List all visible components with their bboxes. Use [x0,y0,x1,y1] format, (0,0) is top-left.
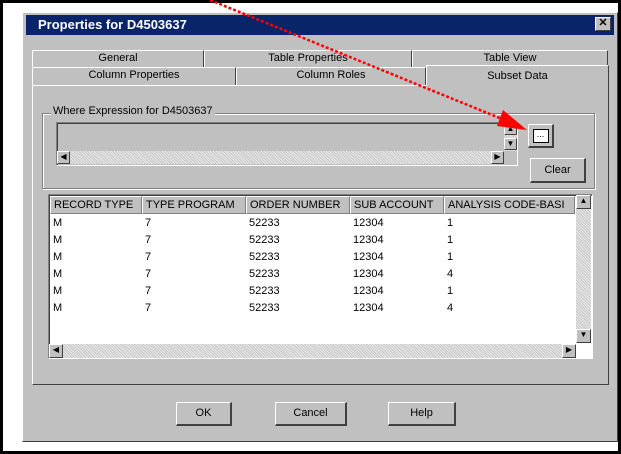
table-viewport: RECORD TYPE TYPE PROGRAM ORDER NUMBER SU… [50,196,575,344]
where-hscroll-track[interactable] [57,151,504,164]
ellipsis-icon: ... [532,129,549,143]
table-cell[interactable]: 52233 [246,284,280,299]
table-cell[interactable]: M [50,267,62,282]
table-cell[interactable]: 1 [444,250,453,265]
tab-subset-data[interactable]: Subset Data [426,65,609,86]
table-cell[interactable]: 4 [444,267,453,282]
table-cell[interactable]: 52233 [246,250,280,265]
arrow-up-icon: ▲ [579,196,588,205]
expression-builder-button[interactable]: ... [528,124,554,148]
cancel-button[interactable]: Cancel [275,402,347,426]
table-scroll-up-button[interactable]: ▲ [576,195,591,209]
column-header[interactable]: SUB ACCOUNT [350,196,444,214]
help-button[interactable]: Help [388,402,456,426]
tab-label: General [98,52,138,64]
table-row[interactable]: M 7 52233 12304 4 [50,267,575,284]
table-cell[interactable]: 52233 [246,216,280,231]
where-label: Where Expression for D4503637 [51,104,215,118]
table-cell[interactable]: 7 [142,284,151,299]
tab-column-roles[interactable]: Column Roles [236,67,426,85]
tab-label: Table View [483,52,537,64]
table-row[interactable]: M 7 52233 12304 4 [50,301,575,318]
close-icon: ✕ [598,17,608,29]
tab-label: Table Properties [268,52,348,64]
table-cell[interactable]: 12304 [350,301,384,316]
window-title: Properties for D4503637 [38,17,187,32]
table-hscroll-track[interactable] [49,344,576,358]
table-cell[interactable]: M [50,233,62,248]
table-cell[interactable]: 52233 [246,233,280,248]
table-cell[interactable]: 7 [142,267,151,282]
table-cell[interactable]: 7 [142,301,151,316]
tab-label: Column Properties [88,69,180,81]
table-cell[interactable]: M [50,250,62,265]
table-row[interactable]: M 7 52233 12304 1 [50,284,575,301]
arrow-up-icon: ▲ [506,124,515,133]
table-cell[interactable]: 1 [444,284,453,299]
table-row[interactable]: M 7 52233 12304 1 [50,250,575,267]
arrow-right-icon: ▶ [494,152,501,161]
tab-table-properties[interactable]: Table Properties [204,50,412,67]
ok-button[interactable]: OK [176,402,232,426]
where-scroll-left-button[interactable]: ◀ [57,151,70,164]
where-scroll-up-button[interactable]: ▲ [504,123,517,135]
table-cell[interactable]: 1 [444,233,453,248]
column-header[interactable]: ORDER NUMBER [246,196,350,214]
clear-button[interactable]: Clear [530,158,586,183]
table-cell[interactable]: 52233 [246,267,280,282]
table-scroll-right-button[interactable]: ▶ [562,344,576,358]
table-cell[interactable]: M [50,301,62,316]
table-cell[interactable]: 12304 [350,250,384,265]
column-header[interactable]: ANALYSIS CODE-BASI [444,196,575,214]
table-cell[interactable]: M [50,284,62,299]
table-cell[interactable]: 12304 [350,216,384,231]
table-cell[interactable]: 7 [142,250,151,265]
column-header[interactable]: RECORD TYPE [50,196,142,214]
arrow-left-icon: ◀ [52,345,60,354]
table-cell[interactable]: 12304 [350,233,384,248]
arrow-down-icon: ▼ [506,139,515,148]
table-cell[interactable]: 7 [142,216,151,231]
column-header[interactable]: TYPE PROGRAM [142,196,246,214]
table-cell[interactable]: M [50,216,62,231]
table-cell[interactable]: 7 [142,233,151,248]
close-button[interactable]: ✕ [595,17,611,31]
table-cell[interactable]: 12304 [350,284,384,299]
tab-label: Subset Data [487,70,548,82]
table-vscroll-track[interactable] [576,195,591,343]
table-row[interactable]: M 7 52233 12304 1 [50,233,575,250]
table-row[interactable]: M 7 52233 12304 1 [50,216,575,233]
where-scroll-right-button[interactable]: ▶ [491,151,504,164]
tab-label: Column Roles [296,69,366,81]
table-cell[interactable]: 52233 [246,301,280,316]
table-scroll-left-button[interactable]: ◀ [49,344,63,358]
table-scroll-down-button[interactable]: ▼ [576,329,591,343]
arrow-right-icon: ▶ [565,345,573,354]
tab-column-properties[interactable]: Column Properties [32,67,236,85]
tab-general[interactable]: General [32,50,204,67]
arrow-left-icon: ◀ [60,152,67,161]
table-cell[interactable]: 12304 [350,267,384,282]
table-cell[interactable]: 4 [444,301,453,316]
where-scroll-down-button[interactable]: ▼ [504,138,517,150]
arrow-down-icon: ▼ [579,330,588,339]
table-cell[interactable]: 1 [444,216,453,231]
